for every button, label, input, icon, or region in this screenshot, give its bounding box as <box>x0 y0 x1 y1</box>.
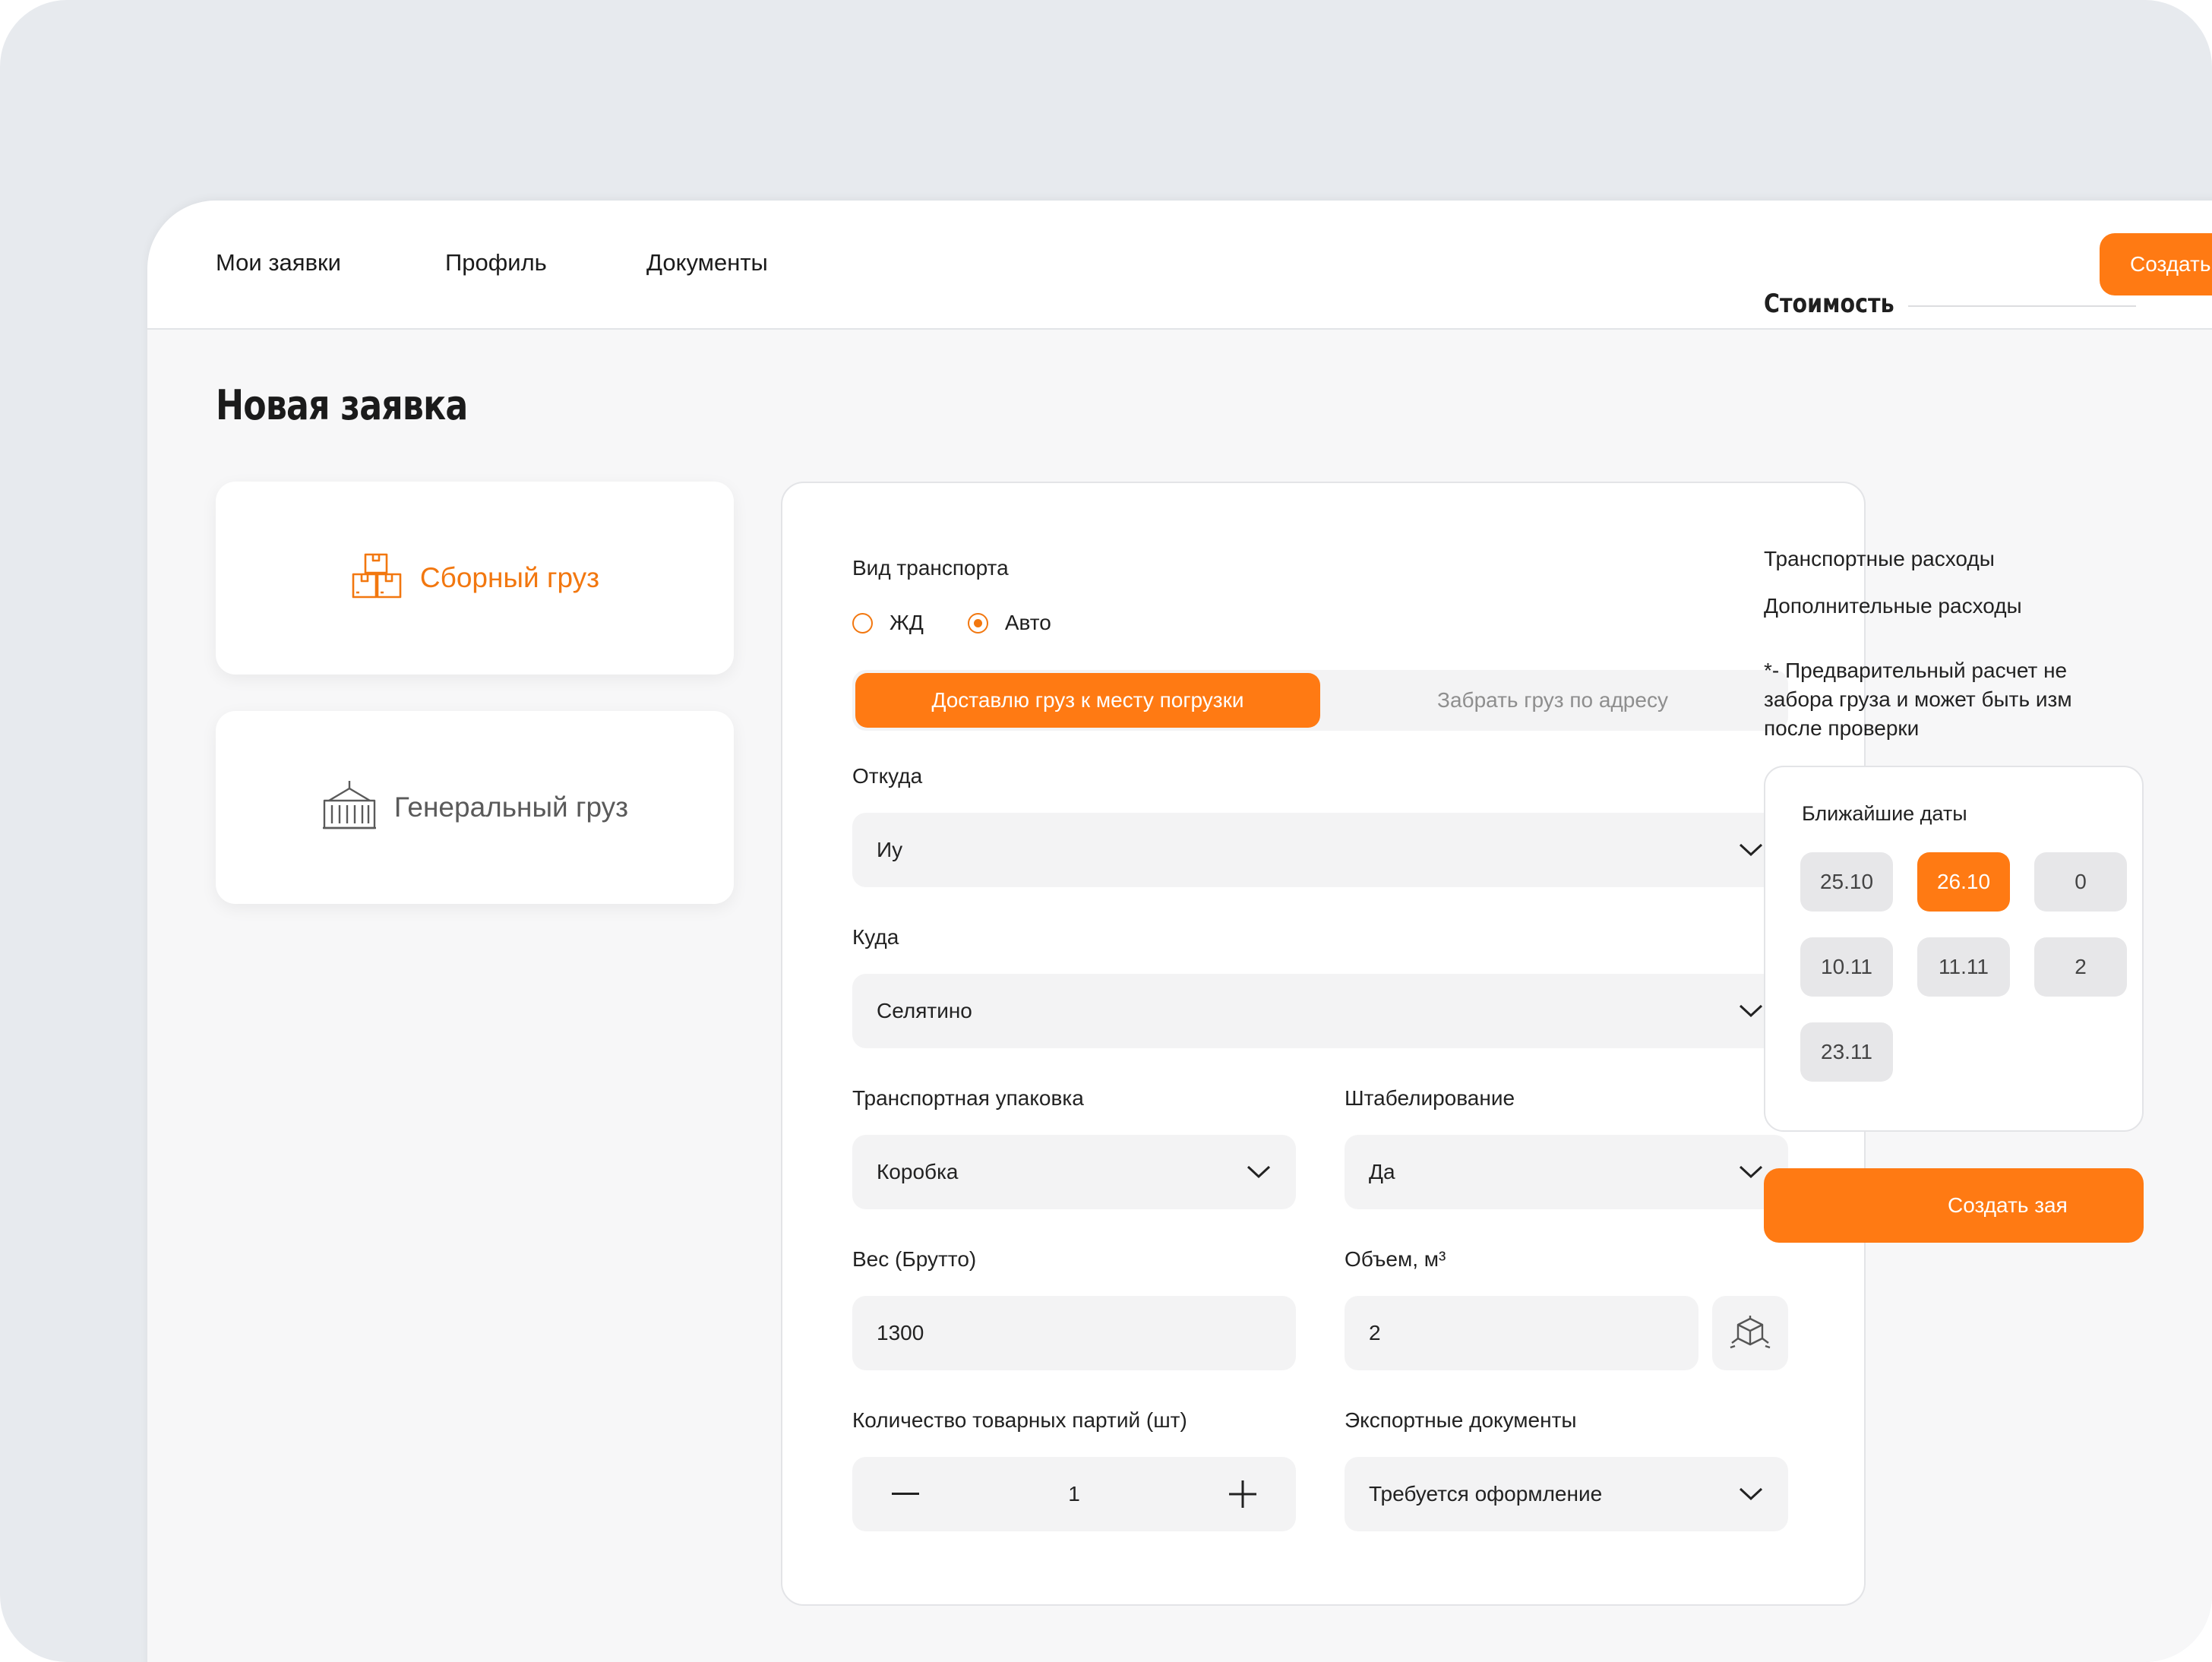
transport-costs-label: Транспортные расходы <box>1764 547 1995 570</box>
date-chip[interactable]: 2 <box>2034 937 2127 997</box>
export-docs-label: Экспортные документы <box>1345 1408 1577 1432</box>
nav-my-requests[interactable]: Мои заявки <box>216 249 341 276</box>
cargo-type-label: Сборный груз <box>419 562 600 593</box>
volume-label: Объем, м³ <box>1345 1247 1446 1271</box>
nav-documents[interactable]: Документы <box>646 249 768 276</box>
volume-value: 2 <box>1369 1321 1381 1344</box>
radio-checked-icon <box>967 612 988 634</box>
radio-label: Авто <box>1004 611 1051 634</box>
container-crane-icon <box>321 779 378 836</box>
note-line: забора груза и может быть изм <box>1764 687 2072 711</box>
additional-costs-label: Дополнительные расходы <box>1764 594 2022 618</box>
weight-value: 1300 <box>877 1321 924 1344</box>
cargo-type-label: Генеральный груз <box>393 792 629 823</box>
to-label: Куда <box>852 925 899 949</box>
volume-input[interactable]: 2 <box>1345 1296 1698 1370</box>
cargo-type-consolidated[interactable]: Сборный груз <box>216 482 734 675</box>
packaging-label: Транспортная упаковка <box>852 1086 1084 1110</box>
stacking-select[interactable]: Да <box>1345 1135 1788 1209</box>
boxes-icon <box>350 551 403 605</box>
volume-calculator-button[interactable] <box>1712 1296 1788 1370</box>
date-chip[interactable]: 11.11 <box>1917 937 2010 997</box>
window-backdrop: Мои заявки Профиль Документы Создать Нов… <box>0 0 2212 1662</box>
delivery-mode-self-delivery[interactable]: Доставлю груз к месту погрузки <box>855 673 1320 728</box>
stacking-label: Штабелирование <box>1345 1086 1515 1110</box>
stacking-value: Да <box>1369 1160 1395 1183</box>
chevron-down-icon <box>1739 1487 1763 1501</box>
radio-label: ЖД <box>890 611 924 634</box>
transport-type-label: Вид транспорта <box>852 556 1009 580</box>
batches-stepper[interactable]: 1 <box>852 1457 1296 1531</box>
date-chip[interactable]: 0 <box>2034 852 2127 912</box>
request-form: Вид транспорта ЖД Авто Доставлю груз к м… <box>781 482 1866 1606</box>
export-docs-value: Требуется оформление <box>1369 1482 1603 1506</box>
date-chip[interactable]: 25.10 <box>1800 852 1893 912</box>
date-chip[interactable]: 23.11 <box>1800 1022 1893 1082</box>
nav-profile[interactable]: Профиль <box>445 249 547 276</box>
minus-icon[interactable] <box>890 1479 921 1509</box>
transport-radio-auto[interactable]: Авто <box>967 611 1051 635</box>
packaging-value: Коробка <box>877 1160 959 1183</box>
transport-radio-rail[interactable]: ЖД <box>852 611 924 635</box>
from-value: Иу <box>877 838 903 861</box>
batches-label: Количество товарных партий (шт) <box>852 1408 1187 1432</box>
chevron-down-icon <box>1739 1004 1763 1018</box>
delivery-mode-pickup[interactable]: Забрать груз по адресу <box>1320 673 1785 728</box>
date-chip[interactable]: 10.11 <box>1800 937 1893 997</box>
chevron-down-icon <box>1739 843 1763 857</box>
divider <box>1908 305 2136 307</box>
cost-title: Стоимость <box>1764 289 1894 319</box>
chevron-down-icon <box>1247 1165 1271 1179</box>
cube-icon <box>1730 1316 1771 1349</box>
note-line: после проверки <box>1764 716 1920 740</box>
create-request-button[interactable]: Создать <box>2100 233 2212 295</box>
delivery-mode-toggle: Доставлю груз к месту погрузки Забрать г… <box>852 670 1788 731</box>
weight-label: Вес (Брутто) <box>852 1247 977 1271</box>
to-select[interactable]: Селятино <box>852 974 1788 1048</box>
cost-note: *- Предварительный расчет не забора груз… <box>1764 656 2098 743</box>
plus-icon[interactable] <box>1228 1479 1258 1509</box>
weight-input[interactable]: 1300 <box>852 1296 1296 1370</box>
chevron-down-icon <box>1739 1165 1763 1179</box>
nearest-dates-panel: Ближайшие даты 25.10 26.10 0 10.11 11.11… <box>1764 766 2144 1132</box>
note-line: *- Предварительный расчет не <box>1764 659 2068 682</box>
radio-unchecked-icon <box>852 612 873 634</box>
from-select[interactable]: Иу <box>852 813 1788 887</box>
export-docs-select[interactable]: Требуется оформление <box>1345 1457 1788 1531</box>
packaging-select[interactable]: Коробка <box>852 1135 1296 1209</box>
top-navigation: Мои заявки Профиль Документы Создать <box>147 201 2212 330</box>
from-label: Откуда <box>852 764 923 788</box>
page-title: Новая заявка <box>216 381 468 429</box>
cargo-type-general[interactable]: Генеральный груз <box>216 711 734 904</box>
submit-request-button[interactable]: Создать зая <box>1764 1168 2144 1243</box>
batches-value: 1 <box>1068 1482 1080 1506</box>
date-chip-selected[interactable]: 26.10 <box>1917 852 2010 912</box>
nearest-dates-label: Ближайшие даты <box>1802 802 1967 825</box>
to-value: Селятино <box>877 999 972 1022</box>
transport-type-radio-group: ЖД Авто <box>852 611 1051 635</box>
